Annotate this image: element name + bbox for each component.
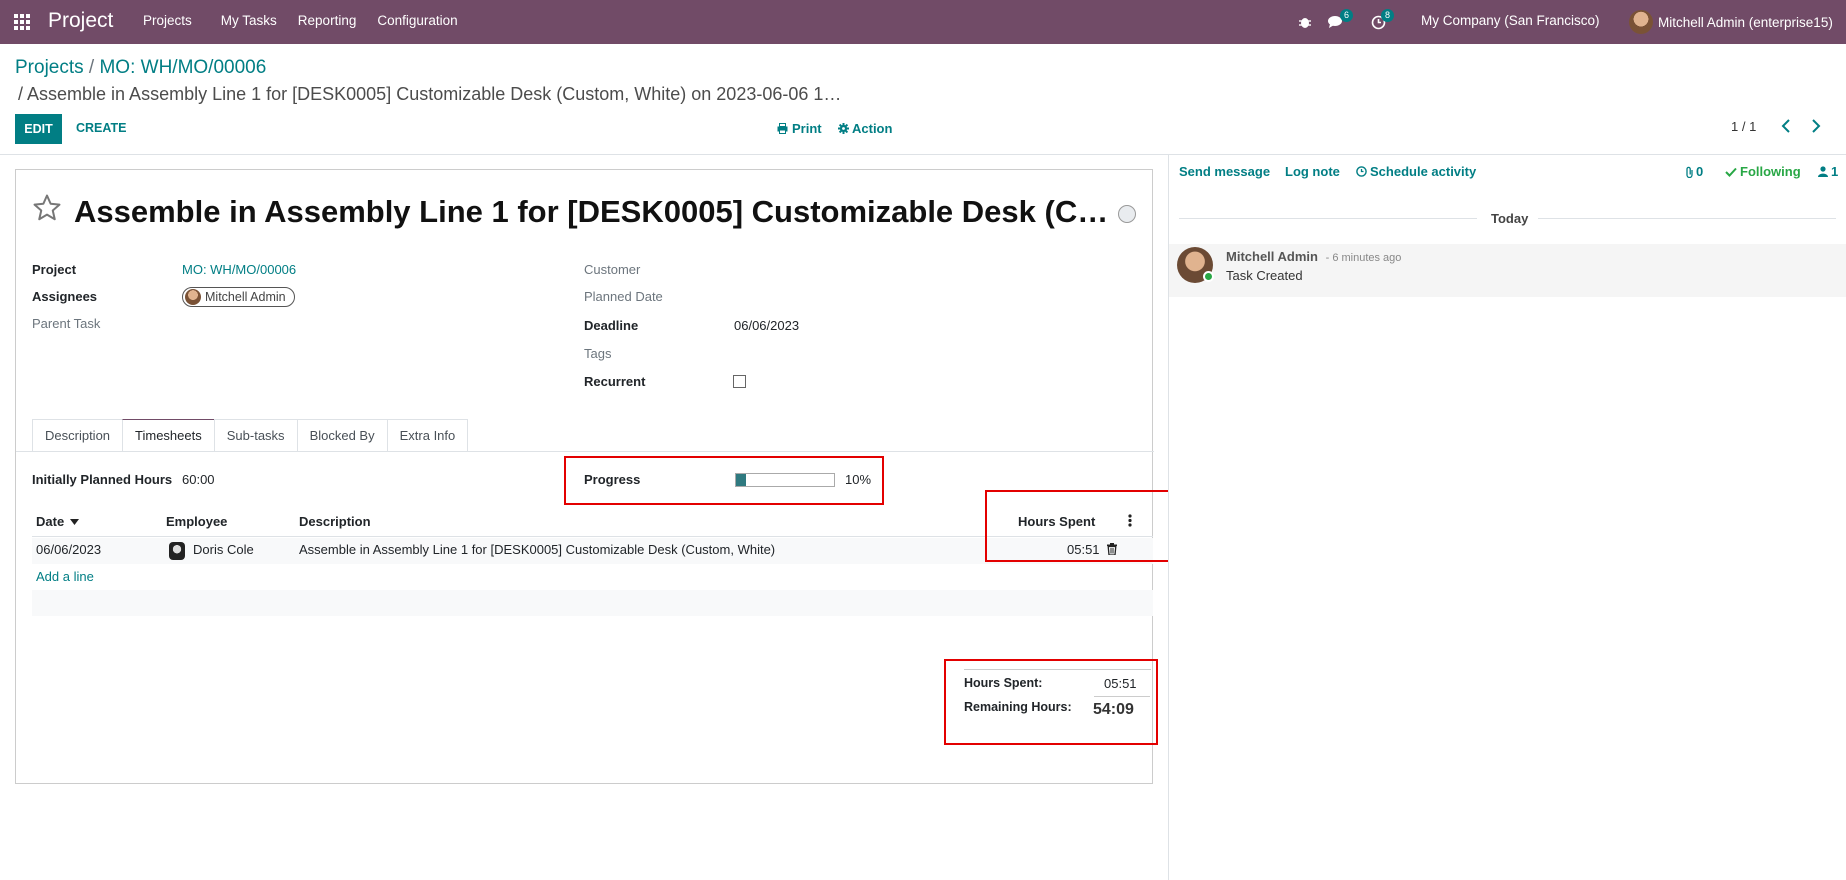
paperclip-icon [1686,166,1693,178]
row-description[interactable]: Assemble in Assembly Line 1 for [DESK000… [299,542,775,557]
project-label: Project [32,262,77,277]
message-time: - 6 minutes ago [1325,252,1402,264]
chat-badge: 6 [1340,9,1354,22]
message-body: Task Created [1226,268,1303,283]
menu-configuration[interactable]: Configuration [377,13,457,28]
parent-task-label: Parent Task [32,316,101,331]
task-title[interactable]: Assemble in Assembly Line 1 for [DESK000… [74,194,1114,230]
user-name: Mitchell Admin (enterprise15) [1658,14,1833,30]
breadcrumb: Projects / MO: WH/MO/00006 [15,57,266,79]
followers-button[interactable]: 1 [1818,164,1838,179]
project-field[interactable]: MO: WH/MO/00006 [182,262,296,277]
column-description[interactable]: Description [299,514,371,529]
apps-menu-icon[interactable] [14,14,32,30]
debug-icon[interactable] [1298,0,1312,44]
attachments-count: 0 [1696,164,1704,179]
column-employee[interactable]: Employee [166,514,227,529]
empty-table-row [32,590,1153,616]
create-button[interactable]: CREATE [76,121,126,135]
check-icon [1725,167,1737,177]
highlight-progress [564,456,884,505]
user-menu[interactable]: Mitchell Admin (enterprise15) [1629,10,1833,34]
clock-icon [1356,166,1367,177]
tab-sub-tasks[interactable]: Sub-tasks [213,419,298,452]
pager-next-icon[interactable] [1811,119,1821,138]
main-menu: Projects My Tasks Reporting Configuratio… [130,13,466,28]
following-label: Following [1740,164,1801,179]
tab-blocked-by[interactable]: Blocked By [296,419,388,452]
recurrent-checkbox[interactable] [733,375,746,388]
tab-description[interactable]: Description [32,419,124,452]
send-message-button[interactable]: Send message [1179,164,1270,179]
tabs-divider [16,451,1154,452]
notebook-tabs: Description Timesheets Sub-tasks Blocked… [32,419,469,452]
action-button[interactable]: Action [838,121,892,136]
edit-button[interactable]: EDIT [15,114,62,144]
highlight-hours-column [985,490,1188,562]
breadcrumb-separator: / [83,57,100,78]
deadline-label: Deadline [584,318,639,333]
today-divider-right [1538,218,1836,219]
tab-extra-info[interactable]: Extra Info [386,419,469,452]
planned-date-label: Planned Date [584,289,663,304]
action-label: Action [852,121,893,136]
planned-hours-field[interactable]: 60:00 [182,472,215,487]
print-button[interactable]: Print [777,121,822,136]
tags-label: Tags [584,346,612,361]
activity-clock-icon[interactable] [1371,0,1386,44]
employee-avatar [169,542,185,560]
followers-count: 1 [1831,164,1839,179]
assignee-tag[interactable]: Mitchell Admin [182,287,295,307]
print-label: Print [792,121,822,136]
assignee-avatar [185,289,201,305]
company-switcher[interactable]: My Company (San Francisco) [1421,13,1600,28]
app-brand[interactable]: Project [48,9,113,33]
breadcrumb-current: / Assemble in Assembly Line 1 for [DESK0… [18,84,842,104]
attachments-button[interactable]: 0 [1685,164,1703,179]
favorite-star-icon[interactable] [32,193,62,231]
following-button[interactable]: Following [1725,164,1801,179]
user-avatar [1629,10,1653,34]
add-line-link[interactable]: Add a line [36,569,94,584]
sort-caret-icon [70,518,80,525]
today-label: Today [1491,211,1529,226]
row-employee[interactable]: Doris Cole [193,542,254,557]
column-date-label: Date [36,514,65,529]
menu-my-tasks[interactable]: My Tasks [221,13,277,28]
pager-value[interactable]: 1 / 1 [1731,119,1756,134]
schedule-activity-button[interactable]: Schedule activity [1356,164,1476,179]
schedule-activity-label: Schedule activity [1370,164,1477,179]
log-note-button[interactable]: Log note [1285,164,1340,179]
menu-reporting[interactable]: Reporting [298,13,357,28]
assignee-name: Mitchell Admin [205,290,286,304]
menu-projects[interactable]: Projects [143,13,192,28]
tab-timesheets[interactable]: Timesheets [122,419,215,452]
column-date[interactable]: Date [36,514,80,529]
message-author[interactable]: Mitchell Admin [1226,249,1318,264]
gear-icon [838,123,849,134]
user-icon [1818,166,1828,177]
kanban-state-dot[interactable] [1118,205,1136,223]
print-icon [777,123,788,134]
online-status-icon [1203,271,1214,282]
breadcrumb-projects[interactable]: Projects [15,57,84,78]
highlight-totals [944,659,1158,745]
deadline-field[interactable]: 06/06/2023 [734,318,799,333]
customer-label: Customer [584,262,641,277]
pager-previous-icon[interactable] [1781,119,1791,138]
assignees-label: Assignees [32,289,98,304]
breadcrumb-mo[interactable]: MO: WH/MO/00006 [99,57,266,78]
planned-hours-label: Initially Planned Hours [32,472,173,487]
row-date[interactable]: 06/06/2023 [36,542,101,557]
message-header: Mitchell Admin - 6 minutes ago [1226,249,1401,264]
form-sheet: Assemble in Assembly Line 1 for [DESK000… [15,169,1188,784]
top-navbar: Project Projects My Tasks Reporting Conf… [0,0,1846,44]
chat-icon[interactable] [1328,0,1345,44]
activity-badge: 8 [1381,9,1395,22]
today-divider-left [1179,218,1477,219]
recurrent-label: Recurrent [584,374,646,389]
